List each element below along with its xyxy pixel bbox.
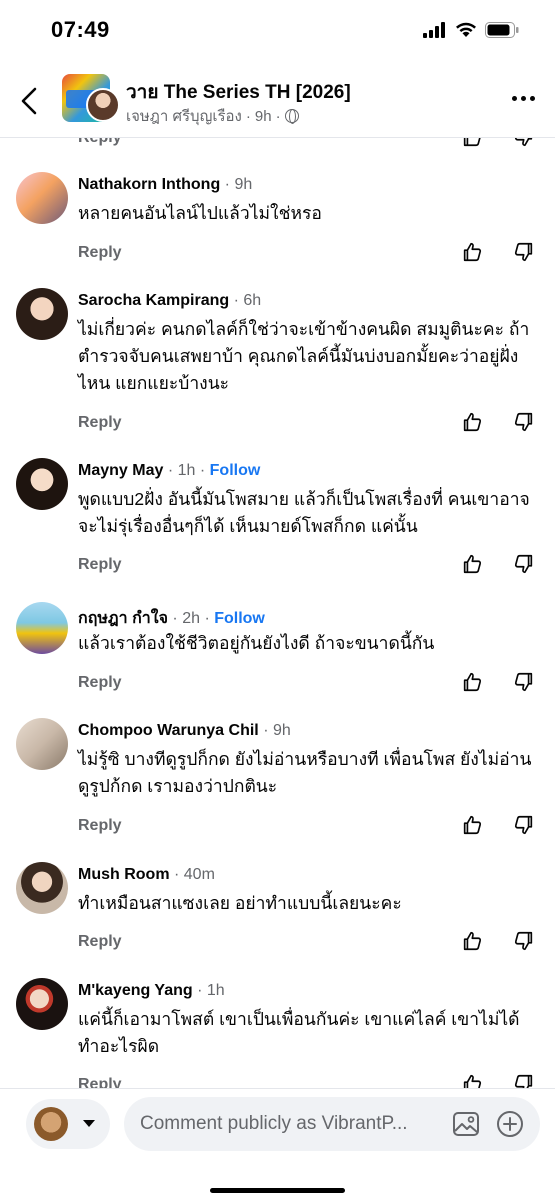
reply-button[interactable]: Reply (78, 556, 122, 574)
comment-time: 2h (182, 610, 200, 627)
post-header: วาย The Series TH [2026] เจษฎา ศรีบุญเรื… (0, 62, 555, 138)
more-options-button[interactable] (512, 96, 535, 101)
comment-header: Chompoo Warunya Chil · 9h (78, 722, 291, 739)
back-arrow-icon[interactable] (18, 86, 42, 116)
comment-input[interactable]: Comment publicly as VibrantP... (124, 1097, 540, 1151)
profile-switcher[interactable] (26, 1099, 110, 1149)
thumbs-up-icon[interactable] (461, 411, 483, 433)
comment-time: 1h (177, 462, 196, 479)
thumbs-down-icon[interactable] (513, 671, 535, 693)
globe-icon (284, 109, 299, 124)
commenter-name[interactable]: กฤษฎา กำใจ (78, 610, 168, 627)
comment-header: M'kayeng Yang · 1h (78, 982, 225, 999)
reply-button[interactable]: Reply (78, 244, 122, 262)
status-icons (423, 22, 519, 38)
signal-icon (423, 22, 445, 38)
comment-composer: Comment publicly as VibrantP... (0, 1088, 555, 1200)
chevron-down-icon (83, 1120, 95, 1127)
thumbs-up-icon[interactable] (461, 1073, 483, 1088)
thumbs-up-icon[interactable] (461, 814, 483, 836)
thumbs-down-icon[interactable] (513, 1073, 535, 1088)
comment-text: ไม่เกี่ยวค่ะ คนกดไลค์ก็ใช่ว่าจะเข้าข้างค… (78, 319, 530, 393)
comment-text: ทำเหมือนสาแซงเลย อย่าทำแบบนี้เลยนะคะ (78, 893, 402, 913)
battery-icon (485, 22, 519, 38)
user-avatar (34, 1107, 68, 1141)
commenter-name[interactable]: M'kayeng Yang (78, 982, 193, 999)
commenter-name[interactable]: Nathakorn Inthong (78, 176, 220, 193)
commenter-name[interactable]: Chompoo Warunya Chil (78, 722, 259, 739)
comment-text: ไม่รู้ซิ บางทีดูรูปก็กด ยังไม่อ่านหรือบา… (78, 749, 532, 796)
wifi-icon (456, 22, 476, 37)
reply-button[interactable]: Reply (78, 817, 122, 835)
follow-button[interactable]: Follow (214, 610, 265, 627)
thumbs-down-icon[interactable] (513, 138, 535, 148)
comment-text: พูดแบบ2ฝั่ง อันนี้มันโพสมาย แล้วก็เป็นโพ… (78, 489, 530, 536)
post-time: 9h (254, 107, 272, 125)
comment-list: Reply Nathakorn Inthong · 9h หลายคนอันไล… (0, 138, 555, 1088)
add-icon[interactable] (496, 1110, 524, 1138)
meta-separator: · (275, 107, 281, 125)
comment-text: แค่นี้ก็เอามาโพสต์ เขาเป็นเพื่อนกันค่ะ เ… (78, 1009, 520, 1056)
commenter-avatar[interactable] (16, 862, 68, 914)
thumbs-up-icon[interactable] (461, 241, 483, 263)
comment-header: กฤษฎา กำใจ · 2h · Follow (78, 610, 265, 627)
follow-button[interactable]: Follow (210, 462, 261, 479)
thumbs-down-icon[interactable] (513, 814, 535, 836)
comment-time: 6h (243, 292, 262, 309)
reply-button[interactable]: Reply (78, 138, 122, 147)
commenter-name[interactable]: Mush Room (78, 866, 170, 883)
reply-button[interactable]: Reply (78, 674, 122, 692)
thumbs-down-icon[interactable] (513, 411, 535, 433)
reply-button[interactable]: Reply (78, 414, 122, 432)
status-time: 07:49 (51, 17, 110, 42)
commenter-avatar[interactable] (16, 458, 68, 510)
commenter-avatar[interactable] (16, 718, 68, 770)
comment-header: Nathakorn Inthong · 9h (78, 176, 253, 193)
post-author[interactable]: เจษฎา ศรีบุญเรือง (126, 104, 242, 128)
comment-time: 9h (234, 176, 253, 193)
meta-separator: · (245, 107, 251, 125)
thumbs-up-icon[interactable] (461, 138, 483, 148)
commenter-avatar[interactable] (16, 602, 68, 654)
thumbs-up-icon[interactable] (461, 553, 483, 575)
status-bar: 07:49 (0, 0, 555, 62)
post-meta: เจษฎา ศรีบุญเรือง · 9h · (126, 104, 299, 128)
comment-text: แล้วเราต้องใช้ชีวิตอยู่กันยังไงดี ถ้าจะข… (78, 633, 435, 653)
commenter-avatar[interactable] (16, 978, 68, 1030)
comment-header: Mayny May · 1h · Follow (78, 462, 261, 479)
comment-header: Mush Room · 40m (78, 866, 215, 883)
comment-time: 9h (272, 722, 291, 739)
thumbs-down-icon[interactable] (513, 930, 535, 952)
thumbs-up-icon[interactable] (461, 671, 483, 693)
thumbs-up-icon[interactable] (461, 930, 483, 952)
home-indicator (210, 1188, 345, 1193)
comment-text: หลายคนอันไลน์ไปแล้วไม่ใช่หรอ (78, 203, 322, 223)
photo-icon[interactable] (452, 1110, 480, 1138)
author-avatar[interactable] (86, 88, 120, 122)
commenter-name[interactable]: Mayny May (78, 462, 163, 479)
comment-time: 1h (206, 982, 225, 999)
group-title[interactable]: วาย The Series TH [2026] (126, 77, 351, 107)
commenter-avatar[interactable] (16, 172, 68, 224)
comment-time: 40m (183, 866, 215, 883)
comment-placeholder: Comment publicly as VibrantP... (140, 1113, 408, 1134)
commenter-name[interactable]: Sarocha Kampirang (78, 292, 229, 309)
reply-button[interactable]: Reply (78, 1076, 122, 1088)
reply-button[interactable]: Reply (78, 933, 122, 951)
thumbs-down-icon[interactable] (513, 553, 535, 575)
comment-header: Sarocha Kampirang · 6h (78, 292, 262, 309)
thumbs-down-icon[interactable] (513, 241, 535, 263)
commenter-avatar[interactable] (16, 288, 68, 340)
